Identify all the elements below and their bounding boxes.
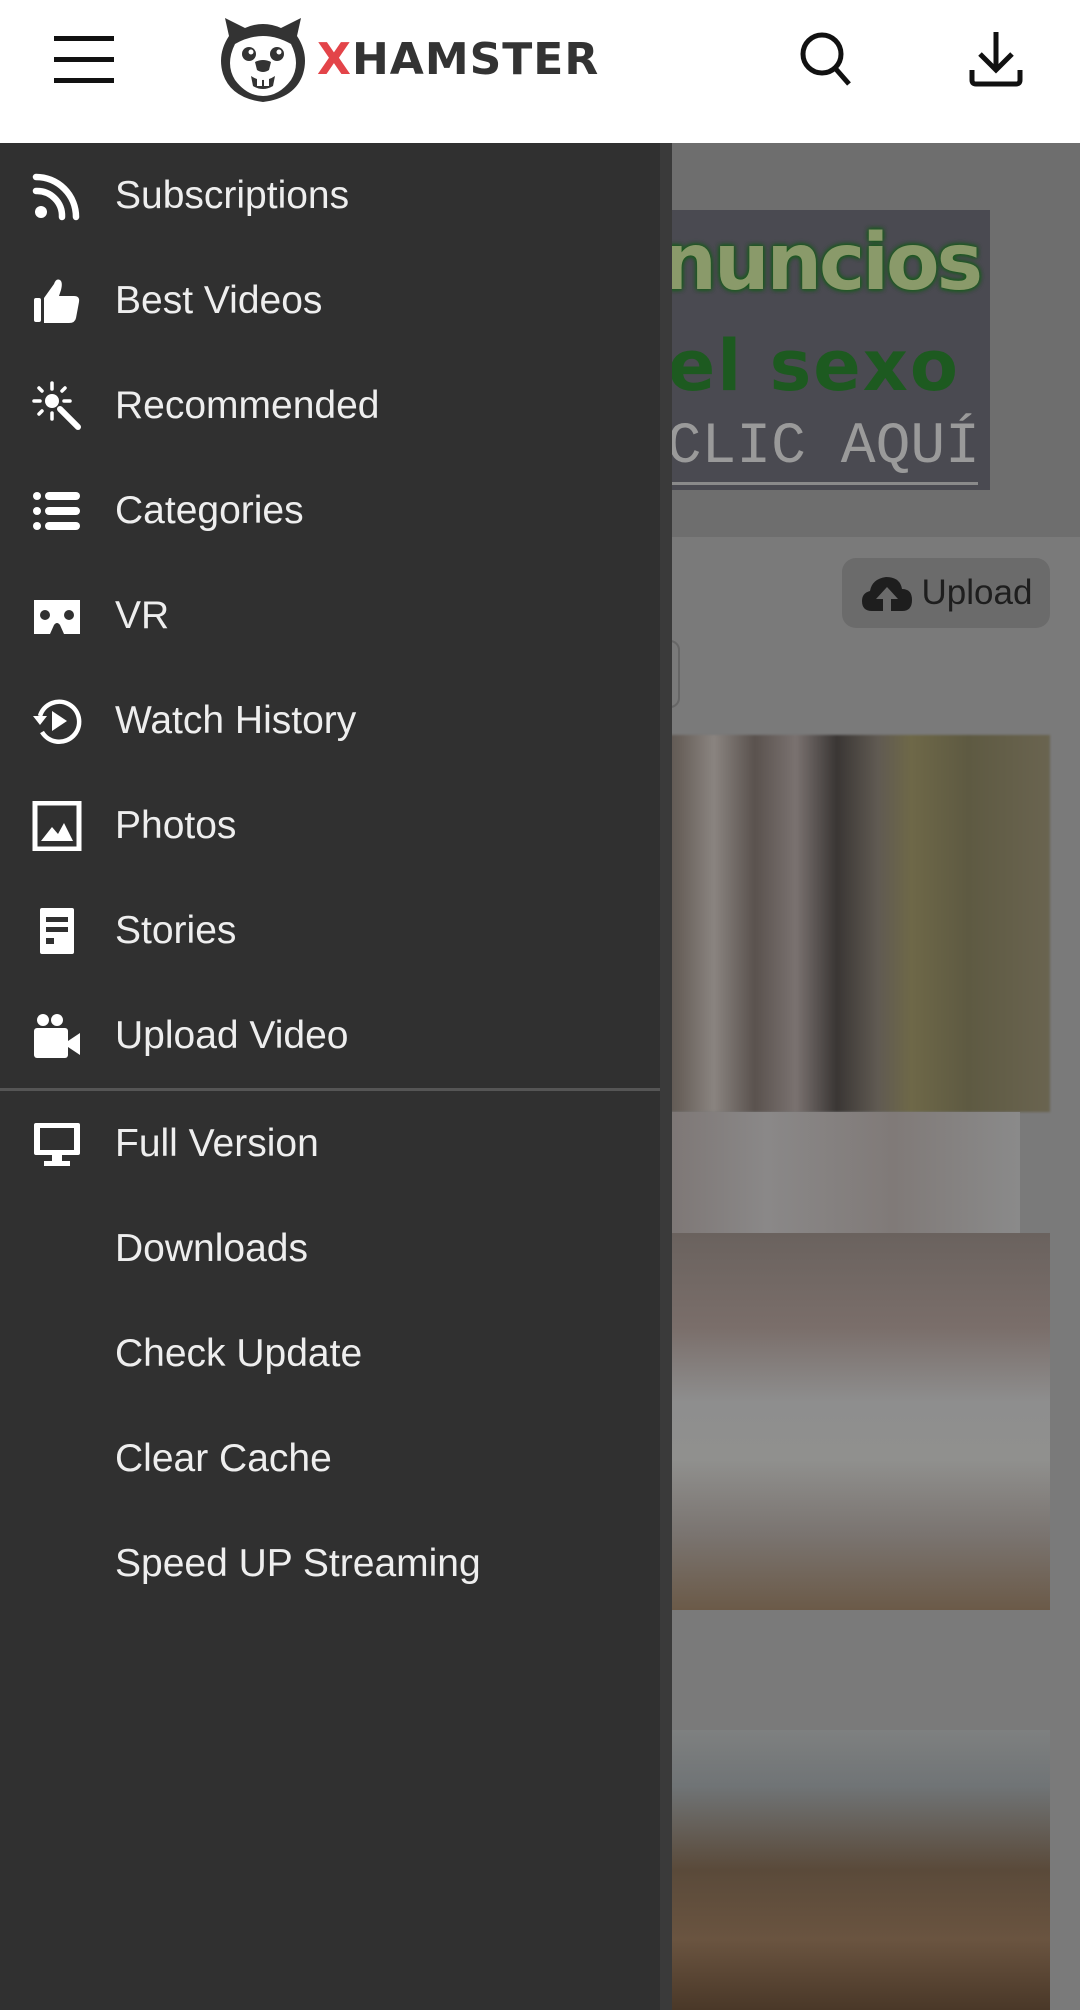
drawer-item-photos[interactable]: Photos bbox=[0, 773, 660, 878]
logo-wordmark: XHAMSTER bbox=[317, 34, 599, 85]
drawer-item-recommended[interactable]: Recommended bbox=[0, 353, 660, 458]
drawer-item-label: Categories bbox=[115, 488, 304, 532]
drawer-item-full-version[interactable]: Full Version bbox=[0, 1091, 660, 1196]
video-camera-icon bbox=[30, 1009, 84, 1063]
drawer-item-label: Subscriptions bbox=[115, 173, 350, 217]
drawer-item-watch-history[interactable]: Watch History bbox=[0, 668, 660, 773]
thumbs-up-icon bbox=[30, 274, 84, 328]
vr-headset-icon bbox=[30, 589, 84, 643]
drawer-item-stories[interactable]: Stories bbox=[0, 878, 660, 983]
drawer-item-label: Speed UP Streaming bbox=[115, 1541, 481, 1585]
drawer-item-label: Full Version bbox=[115, 1121, 319, 1165]
rss-icon bbox=[30, 169, 84, 223]
upload-button-label: Upload bbox=[921, 573, 1033, 612]
drawer-item-label: Watch History bbox=[115, 698, 357, 742]
drawer-item-label: Stories bbox=[115, 908, 237, 952]
download-icon bbox=[969, 32, 1023, 87]
document-icon bbox=[30, 904, 84, 958]
video-thumbnail-overflow bbox=[640, 1112, 1020, 1233]
drawer-item-categories[interactable]: Categories bbox=[0, 458, 660, 563]
logo-hamster: HAMSTER bbox=[351, 33, 600, 85]
drawer-edge bbox=[660, 143, 672, 2010]
site-logo[interactable]: XHAMSTER bbox=[215, 14, 599, 104]
drawer-item-label: Best Videos bbox=[115, 278, 323, 322]
drawer-item-label: Upload Video bbox=[115, 1013, 349, 1057]
drawer-item-check-update[interactable]: Check Update bbox=[0, 1301, 660, 1406]
hamster-mascot-icon bbox=[221, 18, 305, 102]
navigation-drawer: Subscriptions Best Videos Recommended Ca… bbox=[0, 143, 672, 2010]
drawer-item-label: Check Update bbox=[115, 1331, 363, 1375]
drawer-item-label: Recommended bbox=[115, 383, 380, 427]
drawer-item-vr[interactable]: VR bbox=[0, 563, 660, 668]
magic-wand-icon bbox=[30, 379, 84, 433]
search-button[interactable] bbox=[795, 26, 859, 90]
list-icon bbox=[30, 484, 84, 538]
hamburger-menu-icon[interactable] bbox=[52, 30, 116, 88]
cloud-upload-icon bbox=[861, 577, 912, 611]
download-button[interactable] bbox=[964, 26, 1028, 90]
image-icon bbox=[30, 799, 84, 853]
search-icon bbox=[800, 32, 851, 86]
video-thumbnail[interactable] bbox=[640, 1233, 1050, 1610]
drawer-item-clear-cache[interactable]: Clear Cache bbox=[0, 1406, 660, 1511]
logo-x: X bbox=[317, 33, 352, 85]
desktop-monitor-icon bbox=[30, 1117, 84, 1171]
video-thumbnail[interactable] bbox=[640, 735, 1050, 1112]
drawer-item-speed-up-streaming[interactable]: Speed UP Streaming bbox=[0, 1511, 660, 1616]
drawer-item-best-videos[interactable]: Best Videos bbox=[0, 248, 660, 353]
video-thumbnail[interactable] bbox=[640, 1730, 1050, 2010]
drawer-item-label: Downloads bbox=[115, 1226, 308, 1270]
drawer-item-downloads[interactable]: Downloads bbox=[0, 1196, 660, 1301]
drawer-item-subscriptions[interactable]: Subscriptions bbox=[0, 143, 660, 248]
drawer-item-label: Photos bbox=[115, 803, 237, 847]
drawer-item-upload-video[interactable]: Upload Video bbox=[0, 983, 660, 1088]
upload-button[interactable]: Upload bbox=[842, 558, 1050, 628]
drawer-item-label: VR bbox=[115, 593, 170, 637]
history-play-icon bbox=[30, 694, 84, 748]
drawer-item-label: Clear Cache bbox=[115, 1436, 332, 1480]
top-app-bar: XHAMSTER bbox=[0, 0, 1080, 143]
